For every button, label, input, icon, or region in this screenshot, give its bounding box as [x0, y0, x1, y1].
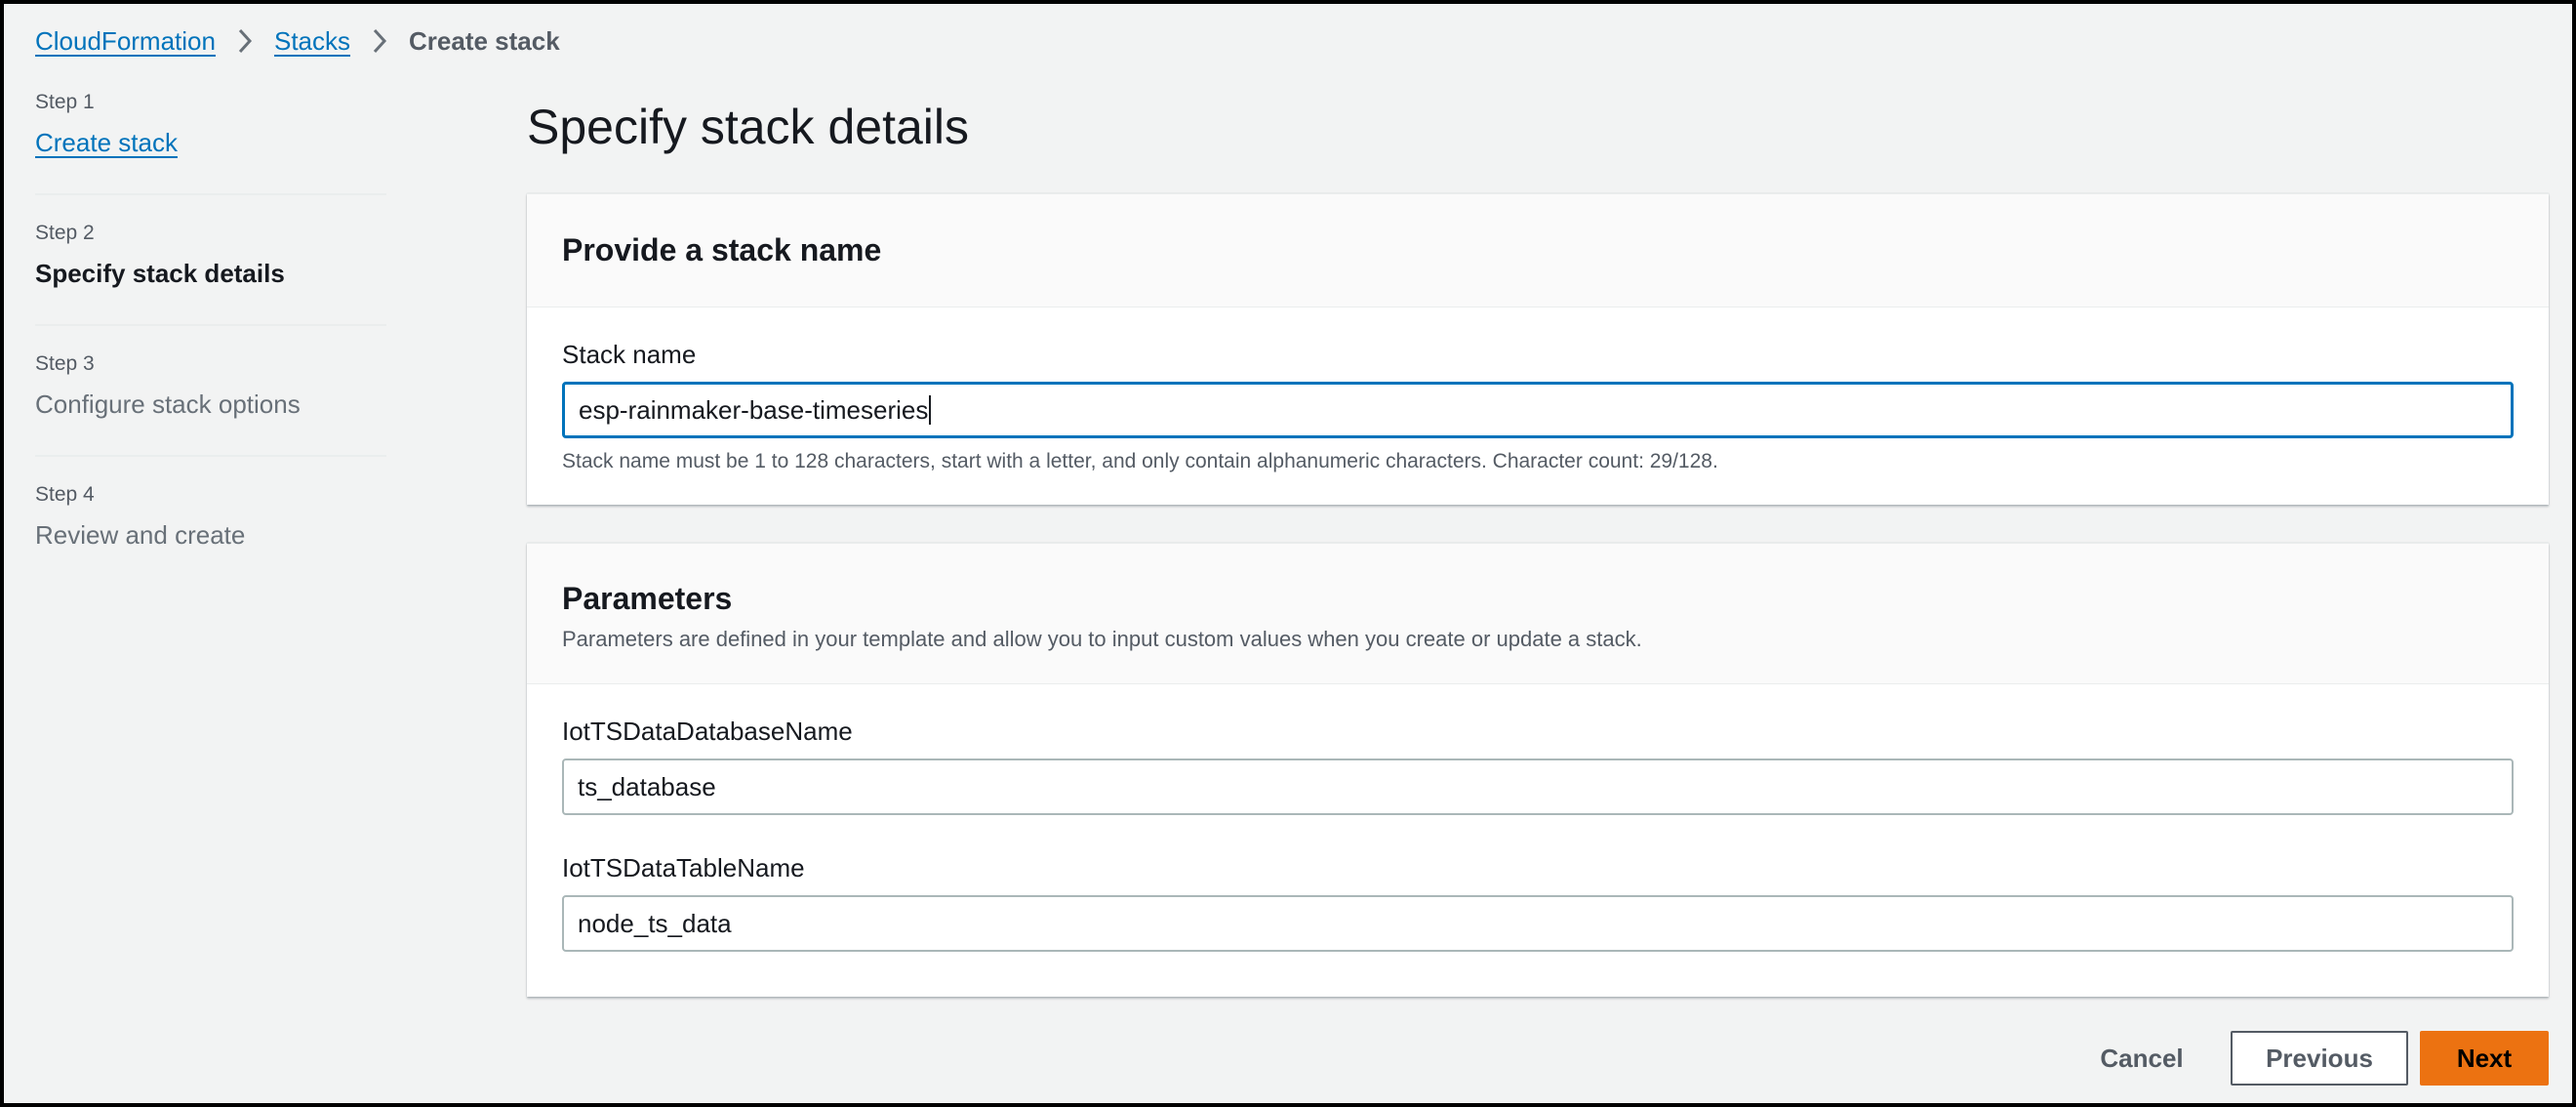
panel-body: Stack name esp-rainmaker-base-timeseries… [527, 339, 2549, 475]
step-number: Step 2 [35, 222, 95, 244]
step-number: Step 3 [35, 352, 95, 375]
panel-description: Parameters are defined in your template … [562, 627, 1642, 651]
chevron-right-icon [237, 28, 253, 54]
stack-name-value: esp-rainmaker-base-timeseries [579, 394, 929, 425]
step-title-active: Specify stack details [35, 259, 285, 288]
panel-title: Parameters [562, 581, 733, 616]
field-value: node_ts_data [578, 908, 732, 938]
breadcrumb-link-cloudformation[interactable]: CloudFormation [35, 26, 216, 57]
field-value: ts_database [578, 771, 716, 801]
stack-name-input[interactable]: esp-rainmaker-base-timeseries [562, 382, 2514, 438]
breadcrumb-link-stacks[interactable]: Stacks [274, 26, 350, 57]
panel-header: Parameters Parameters are defined in you… [527, 544, 2549, 684]
text-caret [929, 395, 932, 425]
step-title: Configure stack options [35, 390, 301, 419]
next-button[interactable]: Next [2420, 1031, 2549, 1086]
iot-ts-database-name-input[interactable]: ts_database [562, 758, 2514, 815]
stack-name-label: Stack name [562, 340, 697, 369]
parameters-panel: Parameters Parameters are defined in you… [527, 543, 2549, 997]
chevron-right-icon [372, 28, 387, 54]
cancel-button[interactable]: Cancel [2065, 1031, 2219, 1086]
wizard-step-4: Step 4 Review and create [35, 457, 386, 574]
step-title: Review and create [35, 520, 246, 550]
panel-title: Provide a stack name [562, 232, 882, 267]
stack-name-constraint: Stack name must be 1 to 128 characters, … [562, 450, 1718, 472]
wizard-step-1: Step 1 Create stack [35, 90, 386, 195]
wizard-step-2: Step 2 Specify stack details [35, 195, 386, 326]
iot-ts-table-name-input[interactable]: node_ts_data [562, 895, 2514, 952]
panel-body: IotTSDataDatabaseName ts_database IotTSD… [527, 716, 2549, 952]
page-title: Specify stack details [527, 100, 969, 154]
step-link-create-stack[interactable]: Create stack [35, 127, 386, 158]
panel-header: Provide a stack name [527, 194, 2549, 308]
step-number: Step 1 [35, 91, 95, 113]
wizard-step-3: Step 3 Configure stack options [35, 326, 386, 457]
step-number: Step 4 [35, 483, 95, 506]
stack-name-panel: Provide a stack name Stack name esp-rain… [527, 193, 2549, 505]
breadcrumb: CloudFormation Stacks Create stack [35, 21, 560, 61]
previous-button[interactable]: Previous [2231, 1031, 2408, 1086]
wizard-steps: Step 1 Create stack Step 2 Specify stack… [35, 90, 386, 574]
iot-ts-database-name-label: IotTSDataDatabaseName [562, 717, 853, 746]
breadcrumb-current: Create stack [409, 25, 560, 56]
iot-ts-table-name-label: IotTSDataTableName [562, 853, 805, 882]
